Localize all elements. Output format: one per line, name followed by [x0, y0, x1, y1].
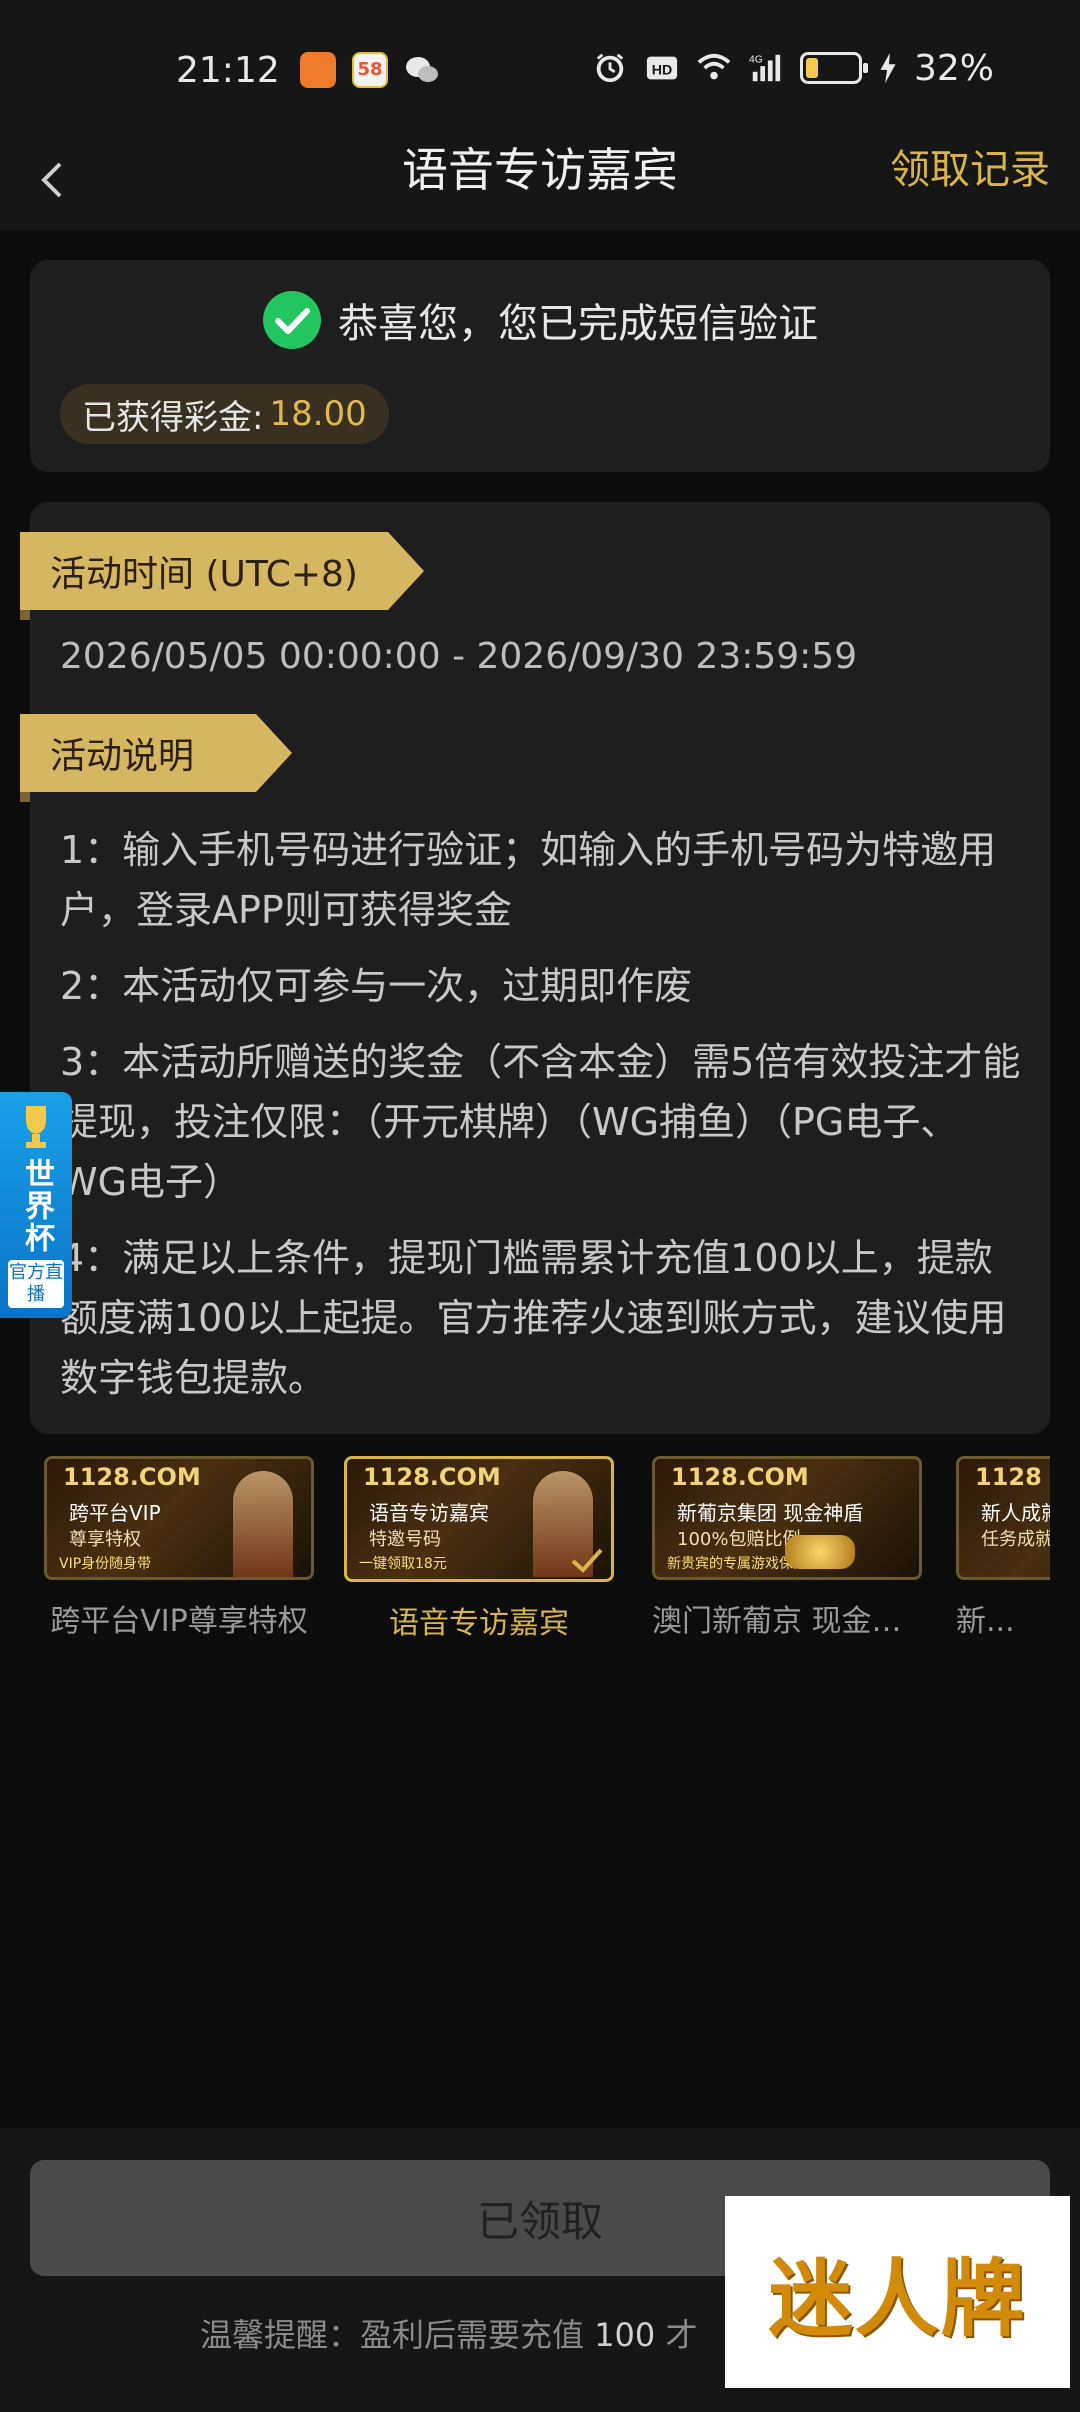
- promo-carousel[interactable]: 1128.COM 跨平台VIP 尊享特权 VIP身份随身带 跨平台VIP尊享特权…: [0, 1456, 1050, 1656]
- promo-headline: 跨平台VIP: [69, 1501, 161, 1525]
- rule-item: 1：输入手机号码进行验证；如输入的手机号码为特邀用户，登录APP则可获得奖金: [60, 828, 997, 932]
- watermark-text: 迷人牌: [768, 2248, 1027, 2348]
- check-circle-icon: [263, 291, 321, 349]
- watermark-logo: 迷人牌: [725, 2196, 1070, 2388]
- wifi-icon: [697, 53, 731, 80]
- app-notification-icon: [300, 52, 336, 88]
- promo-card[interactable]: 1128 新人成就 任务成就 新...: [956, 1456, 1050, 1640]
- charging-icon: [880, 52, 896, 84]
- promo-label: 澳门新葡京 现金神...: [652, 1604, 922, 1639]
- promo-headline: 新人成就: [981, 1501, 1050, 1525]
- battery-percent: 32%: [913, 47, 994, 89]
- activity-time-range: 2026/05/05 00:00:00 - 2026/09/30 23:59:5…: [60, 636, 858, 677]
- wechat-icon: [404, 52, 440, 88]
- promo-banner[interactable]: 1128.COM 语音专访嘉宾 特邀号码 一键领取18元: [344, 1456, 614, 1582]
- activity-time-ribbon: 活动时间 (UTC+8): [20, 532, 424, 610]
- tip-suffix: 才: [665, 2316, 698, 2354]
- reminder-tip: 温馨提醒：盈利后需要充值 100 才: [200, 2310, 697, 2356]
- header: 语音专访嘉宾 领取记录: [0, 140, 1080, 230]
- signal-4g-icon: 4G: [749, 54, 781, 82]
- promo-headline: 新葡京集团 现金神盾: [677, 1501, 864, 1525]
- promo-banner[interactable]: 1128.COM 新葡京集团 现金神盾 100%包赔比例 新贵宾的专属游戏保险: [652, 1456, 922, 1580]
- promo-logo: 1128.COM: [63, 1463, 201, 1491]
- promo-subline: 任务成就: [981, 1529, 1050, 1550]
- promo-card[interactable]: 1128.COM 跨平台VIP 尊享特权 VIP身份随身带 跨平台VIP尊享特权: [44, 1456, 314, 1640]
- promo-tagline: VIP身份随身带: [59, 1556, 152, 1572]
- bonus-label: 已获得彩金:: [82, 397, 264, 438]
- worldcup-subtitle: 官方直播: [8, 1260, 64, 1308]
- bonus-badge: 已获得彩金: 18.00: [60, 384, 389, 444]
- tip-amount: 100: [594, 2316, 656, 2354]
- ribbon-fold: [20, 792, 30, 802]
- promo-banner[interactable]: 1128 新人成就 任务成就: [956, 1456, 1050, 1580]
- worldcup-live-badge[interactable]: 世界杯 官方直播: [0, 1092, 72, 1318]
- verification-success-card: 恭喜您，您已完成短信验证 已获得彩金: 18.00: [30, 260, 1050, 472]
- promo-logo: 1128.COM: [671, 1463, 809, 1491]
- promo-card[interactable]: 1128.COM 新葡京集团 现金神盾 100%包赔比例 新贵宾的专属游戏保险 …: [652, 1456, 922, 1640]
- 58-app-icon: 58: [352, 52, 388, 88]
- trophy-icon: [26, 1106, 46, 1148]
- promo-subline: 尊享特权: [69, 1529, 141, 1550]
- activity-desc-ribbon: 活动说明: [20, 714, 292, 792]
- activity-desc-label: 活动说明: [50, 736, 195, 777]
- promo-subline: 100%包赔比例: [677, 1529, 801, 1550]
- bonus-value: 18.00: [269, 394, 367, 434]
- svg-text:4G: 4G: [749, 54, 763, 65]
- activity-time-label: 活动时间 (UTC+8): [50, 554, 358, 595]
- promo-logo: 1128.COM: [363, 1463, 501, 1491]
- rule-item: 3：本活动所赠送的奖金（不含本金）需5倍有效投注才能提现，投注仅限：（开元棋牌）…: [60, 1040, 1021, 1204]
- promo-model-image: [233, 1471, 293, 1577]
- gold-pile-image: [785, 1535, 855, 1569]
- status-time: 21:12: [176, 50, 280, 91]
- activity-rules-list: 1：输入手机号码进行验证；如输入的手机号码为特邀用户，登录APP则可获得奖金 2…: [60, 820, 1024, 1424]
- promo-tagline: 一键领取18元: [359, 1556, 447, 1572]
- worldcup-title: 世界杯: [19, 1158, 54, 1254]
- promo-label: 语音专访嘉宾: [389, 1606, 569, 1641]
- hd-icon: HD: [646, 56, 678, 80]
- ribbon-fold: [20, 610, 30, 620]
- success-row: 恭喜您，您已完成短信验证: [30, 290, 1050, 350]
- battery-icon: [799, 52, 868, 84]
- rule-item: 2：本活动仅可参与一次，过期即作废: [60, 964, 693, 1008]
- promo-label: 新...: [956, 1604, 1015, 1639]
- alarm-icon: [596, 53, 624, 83]
- promo-card-active[interactable]: 1128.COM 语音专访嘉宾 特邀号码 一键领取18元 语音专访嘉宾: [344, 1456, 614, 1642]
- promo-subline: 特邀号码: [369, 1529, 441, 1550]
- svg-text:HD: HD: [652, 63, 672, 79]
- promo-logo: 1128: [975, 1463, 1042, 1491]
- promo-headline: 语音专访嘉宾: [369, 1501, 489, 1525]
- claim-records-link[interactable]: 领取记录: [890, 140, 1050, 200]
- success-message: 恭喜您，您已完成短信验证: [338, 301, 818, 347]
- activity-info-card: 活动时间 (UTC+8) 2026/05/05 00:00:00 - 2026/…: [20, 502, 1050, 1434]
- selected-check-icon: [571, 1548, 603, 1573]
- tip-prefix: 温馨提醒：盈利后需要充值: [200, 2316, 585, 2354]
- rule-item: 4：满足以上条件，提现门槛需累计充值100以上，提款额度满100以上起提。官方推…: [60, 1236, 1007, 1400]
- status-icons: HD 4G 32%: [592, 47, 994, 89]
- promo-label: 跨平台VIP尊享特权: [50, 1604, 308, 1639]
- status-bar: 21:12 58 HD 4G 32%: [0, 0, 1080, 140]
- promo-banner[interactable]: 1128.COM 跨平台VIP 尊享特权 VIP身份随身带: [44, 1456, 314, 1580]
